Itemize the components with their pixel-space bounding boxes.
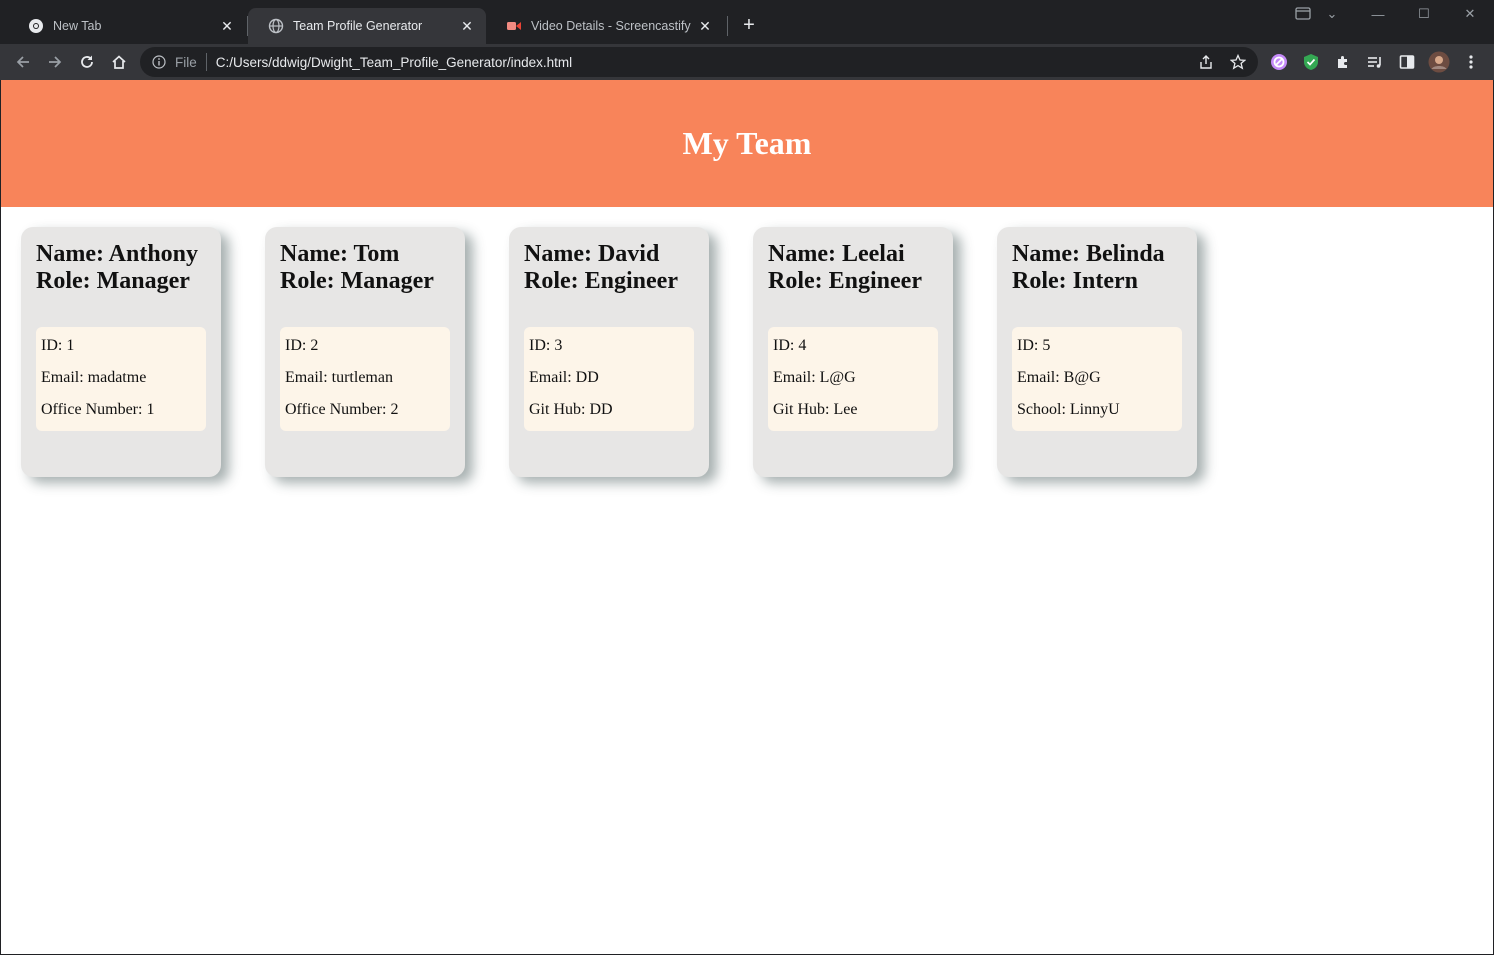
puzzle-icon[interactable] xyxy=(1330,49,1356,75)
scheme-label: File xyxy=(175,54,197,70)
tab-title: Video Details - Screencastify xyxy=(531,19,691,33)
info-icon[interactable] xyxy=(151,54,167,70)
employee-card: Name: Anthony Role: Manager ID: 1 Email:… xyxy=(21,227,221,477)
chevron-down-icon[interactable]: ⌄ xyxy=(1320,4,1344,24)
employee-name: Name: Belinda xyxy=(1012,241,1165,267)
page-banner: My Team xyxy=(1,80,1493,207)
home-icon[interactable] xyxy=(106,49,132,75)
employee-extra: Office Number: 2 xyxy=(285,401,399,418)
tab-team-profile-generator[interactable]: Team Profile Generator ✕ xyxy=(248,8,486,44)
employee-role: Role: Manager xyxy=(36,268,190,294)
globe-icon xyxy=(268,18,284,34)
employee-id: ID: 4 xyxy=(773,337,807,354)
maximize-icon[interactable]: ☐ xyxy=(1412,4,1436,24)
close-icon[interactable]: ✕ xyxy=(458,17,476,35)
minimize-icon[interactable]: — xyxy=(1366,4,1390,24)
tab-new-tab[interactable]: New Tab ✕ xyxy=(8,8,246,44)
avatar[interactable] xyxy=(1426,49,1452,75)
tab-strip: New Tab ✕ Team Profile Generator ✕ Video… xyxy=(0,0,1494,44)
employee-email: Email: madatme xyxy=(41,369,147,386)
employee-card: Name: Tom Role: Manager ID: 2 Email: tur… xyxy=(265,227,465,477)
star-icon[interactable] xyxy=(1228,52,1248,72)
forward-icon[interactable] xyxy=(42,49,68,75)
screencastify-icon xyxy=(506,18,522,34)
employee-id: ID: 2 xyxy=(285,337,319,354)
employee-details: ID: 3 Email: DD Git Hub: DD xyxy=(524,327,694,431)
tab-search-icon[interactable] xyxy=(1291,4,1315,24)
page-viewport: My Team Name: Anthony Role: Manager ID: … xyxy=(1,80,1493,954)
new-tab-button[interactable]: + xyxy=(738,14,760,36)
tab-video-details[interactable]: Video Details - Screencastify ✕ xyxy=(486,8,724,44)
employee-role: Role: Engineer xyxy=(768,268,922,294)
tab-title: Team Profile Generator xyxy=(293,19,423,33)
side-panel-icon[interactable] xyxy=(1394,49,1420,75)
employee-card: Name: David Role: Engineer ID: 3 Email: … xyxy=(509,227,709,477)
reload-icon[interactable] xyxy=(74,49,100,75)
employee-extra: Git Hub: Lee xyxy=(773,401,858,418)
employee-details: ID: 1 Email: madatme Office Number: 1 xyxy=(36,327,206,431)
shield-icon[interactable] xyxy=(1298,49,1324,75)
employee-id: ID: 1 xyxy=(41,337,75,354)
employee-role: Role: Engineer xyxy=(524,268,678,294)
employee-details: ID: 4 Email: L@G Git Hub: Lee xyxy=(768,327,938,431)
employee-details: ID: 5 Email: B@G School: LinnyU xyxy=(1012,327,1182,431)
employee-details: ID: 2 Email: turtleman Office Number: 2 xyxy=(280,327,450,431)
employee-name: Name: Leelai xyxy=(768,241,905,267)
team-cards: Name: Anthony Role: Manager ID: 1 Email:… xyxy=(21,227,1197,477)
back-icon[interactable] xyxy=(10,49,36,75)
employee-extra: School: LinnyU xyxy=(1017,401,1120,418)
extension-blocker-icon[interactable] xyxy=(1266,49,1292,75)
employee-extra: Office Number: 1 xyxy=(41,401,155,418)
employee-name: Name: David xyxy=(524,241,660,267)
menu-icon[interactable] xyxy=(1458,49,1484,75)
employee-email: Email: B@G xyxy=(1017,369,1101,386)
card-header: Name: Leelai Role: Engineer xyxy=(768,241,938,295)
employee-email: Email: L@G xyxy=(773,369,856,386)
employee-role: Role: Manager xyxy=(280,268,434,294)
address-bar[interactable]: File C:/Users/ddwig/Dwight_Team_Profile_… xyxy=(140,47,1258,77)
employee-extra: Git Hub: DD xyxy=(529,401,613,418)
tab-title: New Tab xyxy=(53,19,102,33)
share-icon[interactable] xyxy=(1196,52,1216,72)
page-title: My Team xyxy=(682,125,812,161)
browser-toolbar: File C:/Users/ddwig/Dwight_Team_Profile_… xyxy=(0,44,1494,80)
employee-id: ID: 3 xyxy=(529,337,563,354)
employee-name: Name: Tom xyxy=(280,241,400,267)
close-window-icon[interactable]: ✕ xyxy=(1458,4,1482,24)
close-icon[interactable]: ✕ xyxy=(218,17,236,35)
media-queue-icon[interactable] xyxy=(1362,49,1388,75)
chrome-icon xyxy=(28,18,44,34)
employee-name: Name: Anthony xyxy=(36,241,199,267)
employee-card: Name: Belinda Role: Intern ID: 5 Email: … xyxy=(997,227,1197,477)
card-header: Name: Tom Role: Manager xyxy=(280,241,450,295)
address-divider xyxy=(205,53,207,71)
employee-role: Role: Intern xyxy=(1012,268,1138,294)
employee-email: Email: DD xyxy=(529,369,599,386)
close-icon[interactable]: ✕ xyxy=(696,17,714,35)
url-text[interactable]: C:/Users/ddwig/Dwight_Team_Profile_Gener… xyxy=(216,55,572,70)
tab-divider xyxy=(727,16,728,36)
employee-card: Name: Leelai Role: Engineer ID: 4 Email:… xyxy=(753,227,953,477)
employee-id: ID: 5 xyxy=(1017,337,1051,354)
card-header: Name: Belinda Role: Intern xyxy=(1012,241,1182,295)
card-header: Name: Anthony Role: Manager xyxy=(36,241,206,295)
card-header: Name: David Role: Engineer xyxy=(524,241,694,295)
employee-email: Email: turtleman xyxy=(285,369,393,386)
